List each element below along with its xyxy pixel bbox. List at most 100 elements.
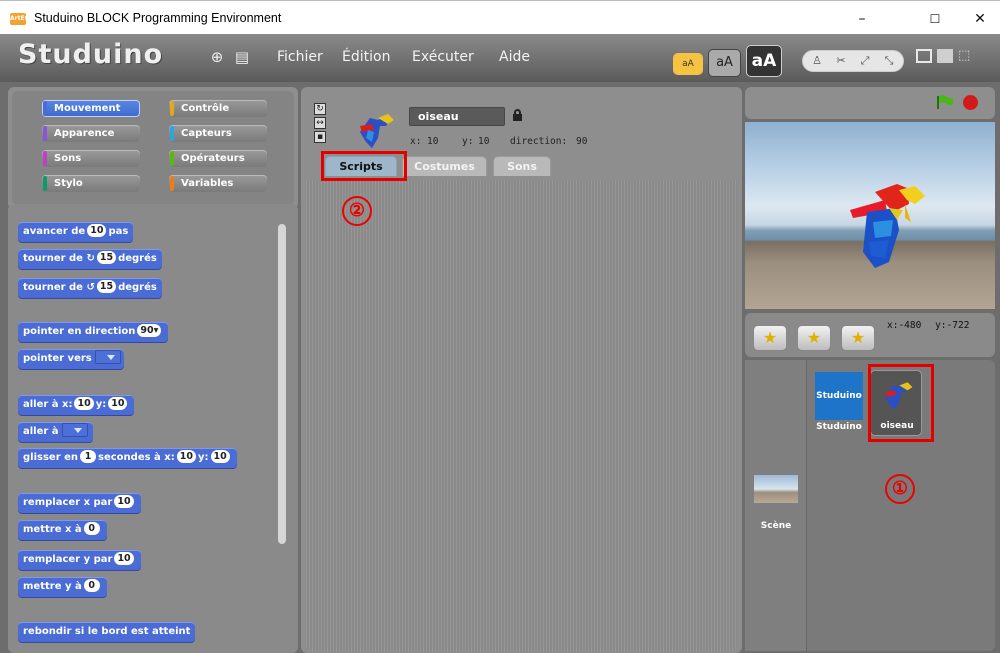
block-change-y[interactable]: remplacer y par 10 bbox=[18, 550, 141, 570]
normal-layout-icon[interactable] bbox=[916, 49, 932, 63]
block-input[interactable]: 0 bbox=[83, 522, 100, 535]
green-flag-icon[interactable] bbox=[936, 95, 954, 109]
mouse-x-label: x: bbox=[887, 320, 899, 331]
category-color-bar bbox=[43, 176, 47, 191]
scene-thumbnail[interactable] bbox=[754, 475, 798, 503]
lock-icon[interactable] bbox=[513, 109, 522, 121]
block-text: pas bbox=[108, 226, 129, 237]
block-text: y: bbox=[95, 399, 107, 410]
parrot-sprite[interactable] bbox=[845, 182, 930, 272]
category-color-bar bbox=[170, 176, 174, 191]
block-input[interactable]: 10 bbox=[210, 450, 230, 463]
category-operateurs[interactable]: Opérateurs bbox=[169, 150, 267, 167]
block-input[interactable]: 15 bbox=[96, 251, 117, 264]
block-point-direction[interactable]: pointer en direction 90▾ bbox=[18, 322, 169, 342]
block-set-y[interactable]: mettre y à0 bbox=[18, 577, 107, 597]
font-size-medium-button[interactable]: aA bbox=[708, 49, 741, 77]
mouse-x-value: -480 bbox=[898, 320, 922, 331]
stop-sign-icon[interactable] bbox=[963, 95, 978, 110]
tab-costumes[interactable]: Costumes bbox=[402, 156, 487, 176]
stage[interactable] bbox=[745, 122, 995, 309]
block-goto-xy[interactable]: aller à x: 10 y: 10 bbox=[18, 395, 135, 415]
no-rotate-icon[interactable]: ▪ bbox=[314, 131, 326, 143]
font-size-large-button[interactable]: aA bbox=[746, 45, 782, 77]
block-text: mettre y à bbox=[23, 581, 82, 592]
small-stage-icon[interactable] bbox=[937, 49, 953, 63]
turn-left-icon: ↺ bbox=[86, 282, 95, 293]
maximize-button[interactable]: ☐ bbox=[915, 7, 955, 31]
category-controle[interactable]: Contrôle bbox=[169, 100, 267, 117]
block-input[interactable]: 10 bbox=[114, 495, 134, 508]
block-dropdown[interactable] bbox=[62, 423, 89, 437]
sprite-thumbnail bbox=[360, 114, 394, 148]
close-button[interactable]: ✕ bbox=[960, 7, 1000, 31]
category-label: Contrôle bbox=[181, 103, 230, 114]
presentation-icon[interactable]: ⬚ bbox=[958, 49, 974, 63]
menu-executer[interactable]: Exécuter bbox=[412, 49, 474, 65]
category-color-bar bbox=[43, 101, 47, 116]
block-goto[interactable]: aller à bbox=[18, 422, 94, 442]
annotation-two: ② bbox=[342, 196, 372, 226]
block-text: avancer de bbox=[23, 226, 86, 237]
stamp-icon[interactable]: ♙ bbox=[807, 52, 827, 70]
grow-icon[interactable]: ⤢ bbox=[855, 52, 875, 70]
highlight-oiseau-sprite bbox=[868, 364, 934, 442]
category-apparence[interactable]: Apparence bbox=[42, 125, 140, 142]
block-text: remplacer x par bbox=[23, 497, 113, 508]
save-icon[interactable]: ▤ bbox=[234, 49, 250, 65]
minimize-button[interactable]: – bbox=[842, 7, 882, 31]
block-turn-left[interactable]: tourner de ↺ 15 degrés bbox=[18, 278, 162, 298]
block-turn-right[interactable]: tourner de ↻ 15 degrés bbox=[18, 249, 162, 269]
sprite-name-input[interactable]: oiseau bbox=[409, 107, 505, 126]
category-label: Apparence bbox=[54, 128, 115, 139]
sprite-direction-label: direction: bbox=[510, 136, 568, 147]
block-input[interactable]: 15 bbox=[96, 280, 117, 293]
block-point-towards[interactable]: pointer vers bbox=[18, 349, 124, 369]
flip-horizontal-icon[interactable]: ↔ bbox=[314, 117, 326, 129]
palette-scrollbar[interactable] bbox=[278, 224, 286, 544]
block-input[interactable]: 10 bbox=[176, 450, 196, 463]
studuino-sprite-thumbnail[interactable]: Studuino bbox=[815, 372, 863, 420]
block-text: secondes à x: bbox=[98, 452, 175, 463]
block-text: remplacer y par bbox=[23, 554, 113, 565]
block-dropdown[interactable] bbox=[95, 350, 122, 364]
block-dropdown[interactable]: 90▾ bbox=[137, 324, 162, 337]
font-size-small-button[interactable]: aA bbox=[673, 53, 703, 75]
block-input[interactable]: 10 bbox=[108, 397, 128, 410]
menu-bar: Studuino ⊕ ▤ Fichier Édition Exécuter Ai… bbox=[0, 34, 1000, 82]
category-variables[interactable]: Variables bbox=[169, 175, 267, 192]
random-sprite-icon[interactable]: ★ bbox=[841, 325, 875, 351]
block-move-steps[interactable]: avancer de 10 pas bbox=[18, 222, 134, 242]
category-sons[interactable]: Sons bbox=[42, 150, 140, 167]
scripts-area[interactable] bbox=[306, 181, 737, 651]
block-set-x[interactable]: mettre x à0 bbox=[18, 520, 107, 540]
block-text: aller à bbox=[23, 426, 59, 437]
block-text: tourner de bbox=[23, 282, 83, 293]
scissors-icon[interactable]: ✂ bbox=[831, 52, 851, 70]
category-capteurs[interactable]: Capteurs bbox=[169, 125, 267, 142]
menu-fichier[interactable]: Fichier bbox=[277, 49, 323, 65]
block-input[interactable]: 1 bbox=[80, 450, 97, 463]
block-input[interactable]: 10 bbox=[114, 552, 134, 565]
globe-icon[interactable]: ⊕ bbox=[209, 49, 225, 65]
rotate-free-icon[interactable]: ↻ bbox=[314, 103, 326, 115]
tab-sons[interactable]: Sons bbox=[493, 156, 551, 176]
block-input[interactable]: 10 bbox=[87, 224, 107, 237]
choose-sprite-file-icon[interactable]: ★ bbox=[797, 325, 831, 351]
menu-edition[interactable]: Édition bbox=[342, 49, 390, 65]
category-color-bar bbox=[170, 101, 174, 116]
block-input[interactable]: 10 bbox=[74, 397, 94, 410]
block-change-x[interactable]: remplacer x par 10 bbox=[18, 493, 141, 513]
menu-aide[interactable]: Aide bbox=[499, 49, 530, 65]
block-glide[interactable]: glisser en 1 secondes à x: 10 y: 10 bbox=[18, 448, 237, 468]
shrink-icon[interactable]: ⤡ bbox=[879, 52, 899, 70]
category-mouvement[interactable]: Mouvement bbox=[42, 100, 140, 117]
sprite-toolbar: ★ ★ ★ x:-480 y:-722 bbox=[745, 313, 995, 357]
block-input[interactable]: 0 bbox=[83, 579, 100, 592]
block-bounce[interactable]: rebondir si le bord est atteint bbox=[18, 622, 196, 642]
category-stylo[interactable]: Stylo bbox=[42, 175, 140, 192]
category-label: Sons bbox=[54, 153, 82, 164]
paint-new-sprite-icon[interactable]: ★ bbox=[753, 325, 787, 351]
highlight-scripts-tab bbox=[321, 151, 407, 181]
stage-column: Scène bbox=[745, 360, 807, 651]
